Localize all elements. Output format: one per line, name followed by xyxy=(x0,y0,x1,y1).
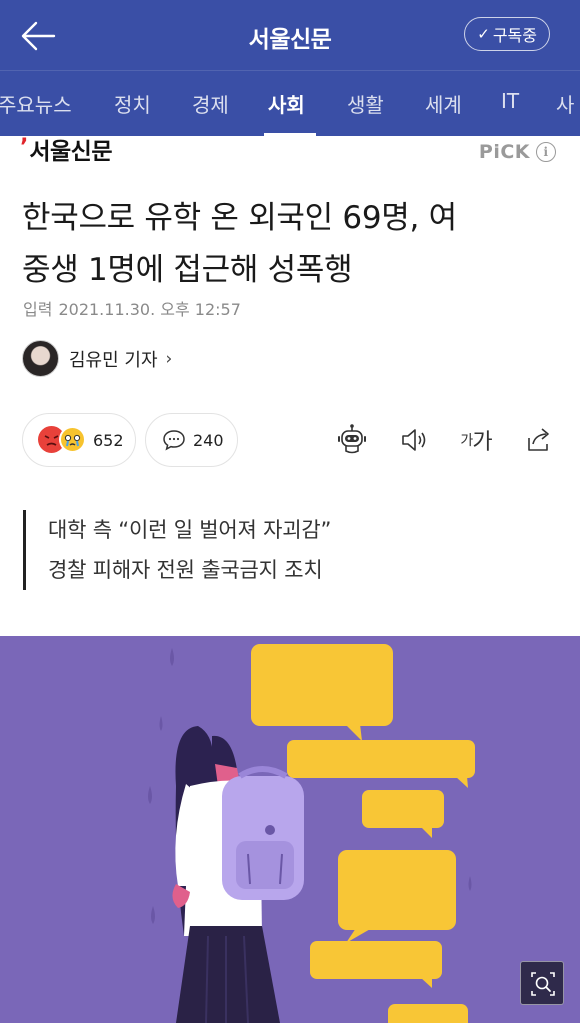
subscribe-label: 구독중 xyxy=(492,26,537,45)
robot-icon xyxy=(338,424,366,454)
published-date: 입력 2021.11.30. 오후 12:57 xyxy=(23,296,241,320)
chevron-right-icon: › xyxy=(165,348,173,369)
illustration-art xyxy=(0,636,580,1023)
summary-line-2: 경찰 피해자 전원 출국금지 조치 xyxy=(48,558,323,582)
share-icon xyxy=(528,428,549,451)
summary-bot-button[interactable] xyxy=(333,421,371,459)
author-name: 김유민 기자 xyxy=(69,349,158,371)
share-button[interactable] xyxy=(520,421,558,459)
author-link[interactable]: 김유민 기자 › xyxy=(22,340,172,377)
pick-label: PiCK xyxy=(478,141,530,163)
speaker-icon xyxy=(402,429,426,451)
press-name: 서울신문 xyxy=(29,139,112,165)
summary-line-1: 대학 측 “이런 일 벌어져 자괴감” xyxy=(48,518,332,542)
comment-bubble-icon xyxy=(163,430,185,451)
font-size-button[interactable]: 가가 xyxy=(457,421,495,459)
press-logo-mark: ʼ xyxy=(20,135,29,160)
text-to-speech-button[interactable] xyxy=(395,421,433,459)
reaction-count: 652 xyxy=(93,431,124,450)
pick-badge[interactable]: PiCK i xyxy=(479,141,556,163)
font-size-large-glyph: 가 xyxy=(472,430,492,455)
tab-economy[interactable]: 경제 xyxy=(192,89,229,118)
headline-line-2: 중생 1명에 접근해 성폭행 xyxy=(22,252,353,288)
font-size-small-glyph: 가 xyxy=(460,433,473,449)
back-arrow-icon xyxy=(21,21,56,51)
headline-line-1: 한국으로 유학 온 외국인 69명, 여 xyxy=(22,200,457,236)
author-avatar xyxy=(22,340,59,377)
tab-it[interactable]: IT xyxy=(501,89,519,113)
tab-main-news[interactable]: 주요뉴스 xyxy=(0,89,72,118)
tab-society[interactable]: 사회 xyxy=(268,89,305,118)
crying-emoji-icon xyxy=(59,426,86,453)
comment-count: 240 xyxy=(193,431,224,450)
article-headline: 한국으로 유학 온 외국인 69명, 여 중생 1명에 접근해 성폭행 xyxy=(22,192,562,296)
image-zoom-button[interactable] xyxy=(520,961,564,1005)
article-illustration[interactable] xyxy=(0,636,580,1023)
date-label: 입력 xyxy=(23,300,53,319)
app-header: 서울신문 ✓ 구독중 xyxy=(0,0,580,70)
article-summary: 대학 측 “이런 일 벌어져 자괴감” 경찰 피해자 전원 출국금지 조치 xyxy=(23,510,331,590)
active-tab-indicator xyxy=(264,133,316,136)
reactions-button[interactable]: 652 xyxy=(22,413,136,467)
press-logo[interactable]: ʼ 서울신문 xyxy=(20,137,112,167)
zoom-search-icon xyxy=(531,972,555,996)
date-value: 2021.11.30. 오후 12:57 xyxy=(58,300,241,319)
category-nav: 주요뉴스 정치 경제 사회 생활 세계 IT 사 xyxy=(0,70,580,136)
tab-life[interactable]: 생활 xyxy=(347,89,384,118)
tab-world[interactable]: 세계 xyxy=(425,89,462,118)
tab-more-partial[interactable]: 사 xyxy=(556,89,574,118)
subscribe-button[interactable]: ✓ 구독중 xyxy=(464,17,550,51)
info-icon: i xyxy=(536,142,556,162)
check-icon: ✓ xyxy=(477,25,490,43)
comments-button[interactable]: 240 xyxy=(145,413,238,467)
tab-politics[interactable]: 정치 xyxy=(114,89,151,118)
back-button[interactable] xyxy=(18,18,58,54)
